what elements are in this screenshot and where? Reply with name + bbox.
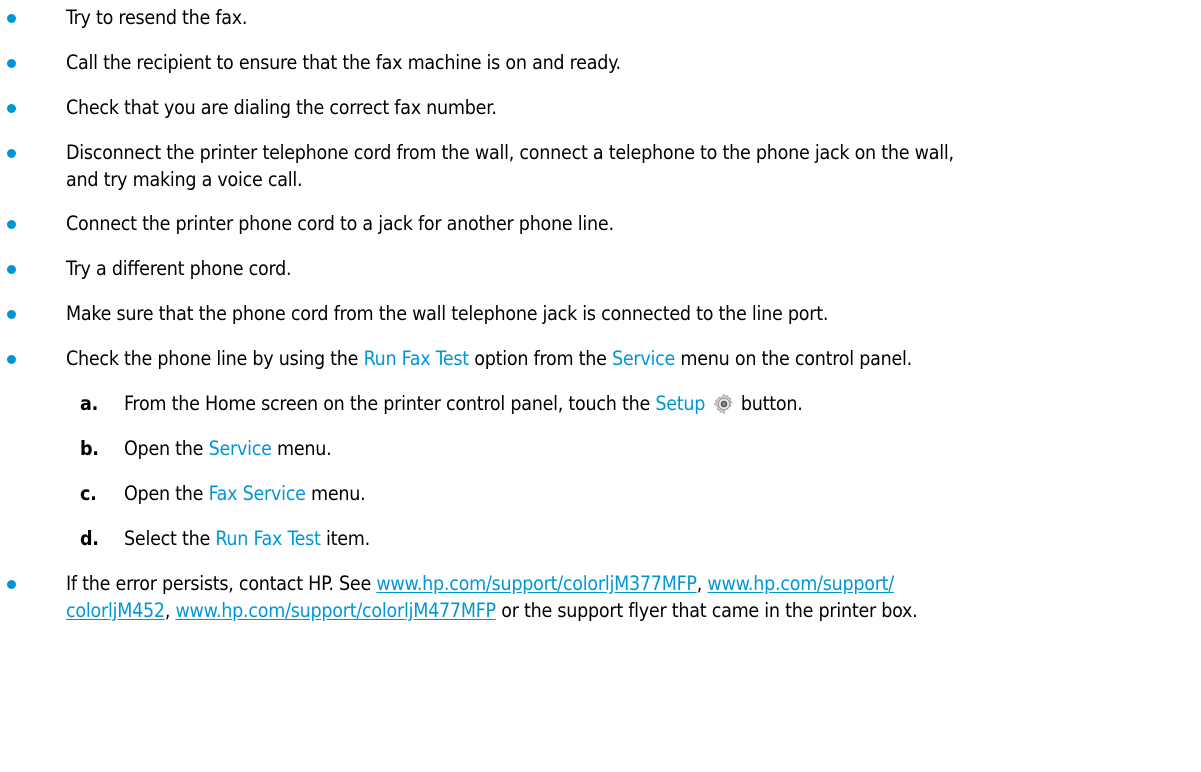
list-item-text: Check the phone line by using the Run Fa…: [66, 346, 1196, 372]
bullet-icon: [7, 265, 16, 274]
list-item-text: Try to resend the fax.: [66, 6, 248, 29]
support-link-m452[interactable]: colorljM452: [66, 599, 165, 622]
text-segment: Open the: [124, 482, 209, 505]
bullet-icon: [7, 580, 16, 589]
list-item-text-line1: Disconnect the printer telephone cord fr…: [66, 141, 954, 164]
menu-item-run-fax-test: Run Fax Test: [363, 347, 470, 370]
text-segment: Check the phone line by using the: [66, 347, 364, 370]
text-segment: Open the: [124, 437, 209, 460]
bullet-icon: [7, 149, 16, 158]
list-item-text: Make sure that the phone cord from the w…: [66, 302, 829, 325]
list-item-text-line1: If the error persists, contact HP. See w…: [66, 571, 1196, 597]
menu-service: Service: [611, 347, 676, 370]
list-item-text: Call the recipient to ensure that the fa…: [66, 51, 621, 74]
list-item-text: Try a different phone cord.: [66, 257, 292, 280]
text-segment: or the support flyer that came in the pr…: [495, 599, 918, 622]
step-letter: d.: [80, 527, 99, 550]
text-segment: menu on the control panel.: [675, 347, 912, 370]
bullet-icon: [7, 59, 16, 68]
text-segment: option from the: [468, 347, 612, 370]
text-segment: menu.: [305, 482, 366, 505]
text-segment: Select the: [124, 527, 216, 550]
step-letter: c.: [80, 482, 97, 505]
bullet-icon: [7, 220, 16, 229]
setup-button-label: Setup: [655, 392, 706, 415]
support-link-m377mfp[interactable]: www.hp.com/support/colorljM377MFP: [376, 572, 697, 595]
text-segment: menu.: [271, 437, 332, 460]
text-segment: ,: [696, 572, 708, 595]
bullet-icon: [7, 14, 16, 23]
text-segment: button.: [735, 392, 803, 415]
step-letter: b.: [80, 437, 99, 460]
step-letter: a.: [80, 392, 99, 415]
step-text: Open the Fax Service menu.: [124, 481, 366, 507]
step-text: From the Home screen on the printer cont…: [124, 391, 803, 417]
menu-fax-service: Fax Service: [208, 482, 306, 505]
step-text: Select the Run Fax Test item.: [124, 526, 370, 552]
bullet-icon: [7, 355, 16, 364]
list-item-text: Check that you are dialing the correct f…: [66, 96, 497, 119]
text-segment: If the error persists, contact HP. See: [66, 572, 377, 595]
step-text: Open the Service menu.: [124, 436, 332, 462]
bullet-icon: [7, 310, 16, 319]
text-segment: ,: [164, 599, 176, 622]
text-segment: item.: [320, 527, 370, 550]
support-link-m477mfp[interactable]: www.hp.com/support/colorljM477MFP: [175, 599, 496, 622]
menu-item-run-fax-test: Run Fax Test: [215, 527, 321, 550]
list-item-text-line2: and try making a voice call.: [66, 168, 303, 191]
list-item-text-line2: colorljM452, www.hp.com/support/colorljM…: [66, 598, 1196, 624]
list-item-text: Connect the printer phone cord to a jack…: [66, 212, 614, 235]
setup-gear-icon: [713, 393, 732, 415]
support-link-m452[interactable]: www.hp.com/support/: [707, 572, 894, 595]
bullet-icon: [7, 104, 16, 113]
menu-service: Service: [208, 437, 272, 460]
text-segment: From the Home screen on the printer cont…: [124, 392, 656, 415]
